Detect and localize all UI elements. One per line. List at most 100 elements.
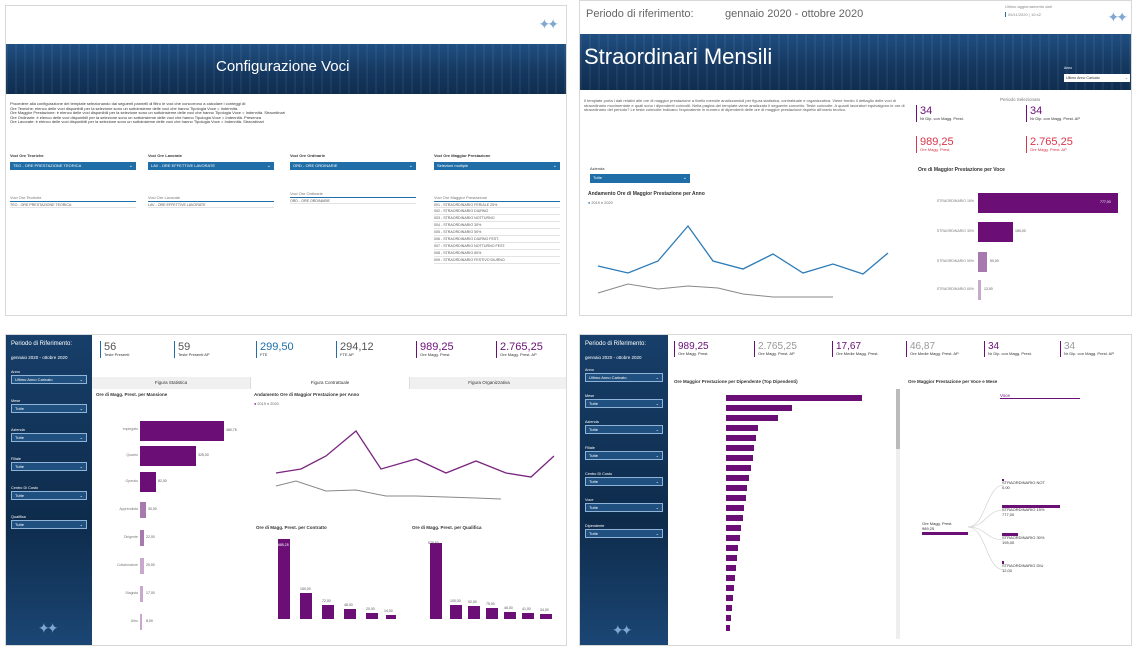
list-item[interactable]: 007 - STRAORDINARIO NOTTURNO FEST. — [434, 243, 560, 250]
bar[interactable] — [726, 545, 738, 551]
bar[interactable] — [540, 614, 552, 619]
bar[interactable] — [978, 222, 1013, 242]
anno-label: Anno — [1064, 66, 1073, 70]
bar[interactable] — [726, 605, 732, 611]
centro-di-costo-dropdown[interactable]: Tutte ⌄ — [11, 491, 87, 500]
bar[interactable] — [726, 535, 740, 541]
bar[interactable] — [300, 593, 312, 619]
bar[interactable] — [366, 613, 378, 619]
bar[interactable] — [726, 475, 749, 481]
tree-node[interactable]: STRAORDINARIO NOT 0,00 — [1002, 479, 1062, 490]
bar[interactable] — [140, 614, 142, 630]
tree-node[interactable]: STRAORDINARIO DIU 12,00 — [1002, 561, 1062, 573]
scrollbar-thumb[interactable] — [896, 389, 900, 449]
dropdown-ore-lavorate[interactable]: LAV - ORE EFFETTIVE LAVORATE ⌄ — [148, 161, 274, 170]
bar[interactable] — [322, 605, 334, 619]
bar[interactable] — [344, 609, 356, 619]
dipendente-dropdown[interactable]: Tutte ⌄ — [585, 529, 663, 538]
kpi-card: 34 Nr Dip. con Magg. Prest. — [916, 105, 1016, 122]
bar[interactable] — [726, 505, 744, 511]
bar[interactable] — [726, 585, 734, 591]
bar[interactable] — [726, 595, 733, 601]
bar[interactable] — [278, 539, 290, 619]
filter-ore-teoriche: Voci Ore Teoriche TEO - ORE PRESTAZIONE … — [10, 153, 136, 170]
tab-figura-contrattuale[interactable]: Figura Contrattuale — [251, 377, 410, 389]
chevron-down-icon: ⌄ — [655, 401, 659, 406]
anno-dropdown[interactable]: Ultimo Anno Caricato ⌄ — [585, 373, 663, 382]
list-item[interactable]: 005 - STRAORDINARIO 50% — [434, 229, 560, 236]
list-item[interactable]: 009 - STRAORDINARIO FESTIVO DIURNO — [434, 257, 560, 264]
mese-dropdown[interactable]: Tutte ⌄ — [585, 399, 663, 408]
qualifica-dropdown[interactable]: Tutte ⌄ — [11, 520, 87, 529]
bar[interactable] — [140, 446, 196, 466]
bar[interactable] — [726, 555, 737, 561]
bar-value: 150,00 — [1015, 229, 1026, 233]
tree-root-node[interactable]: Ore Magg. Prest. 989,25 — [922, 521, 968, 535]
dropdown-ore-ordinarie[interactable]: ORD - ORE ORDINARIE ⌄ — [290, 161, 416, 170]
bar[interactable] — [450, 605, 462, 619]
bar[interactable] — [140, 530, 144, 546]
azienda-dropdown[interactable]: Tutte ⌄ — [590, 173, 690, 183]
bar[interactable] — [726, 435, 756, 441]
bar[interactable] — [386, 615, 396, 619]
bar[interactable] — [468, 606, 480, 619]
bar[interactable] — [726, 495, 746, 501]
filiale-dropdown[interactable]: Tutte ⌄ — [11, 462, 87, 471]
list-item[interactable]: ORD - ORE ORDINARIE — [290, 196, 416, 204]
list-item[interactable]: LAV - ORE EFFETTIVE LAVORATE — [148, 200, 274, 208]
bar[interactable] — [726, 565, 736, 571]
bar[interactable] — [140, 558, 144, 574]
filiale-dropdown[interactable]: Tutte ⌄ — [585, 451, 663, 460]
kpi-strip: 56 Teste Presenti 59 Teste Presenti AP 299… — [92, 335, 566, 369]
list-item[interactable]: 008 - STRAORDINARIO 60% — [434, 250, 560, 257]
tree-header[interactable]: Voce — [1000, 393, 1080, 399]
bar[interactable] — [140, 472, 156, 492]
bar[interactable] — [430, 543, 442, 619]
bar[interactable] — [140, 502, 146, 518]
list-item[interactable]: 001 - STRAORDINARIO FERIALE 25% — [434, 200, 560, 208]
hbar-chart-title: Ore di Maggior Prestazione per Voce — [918, 167, 1005, 173]
anno-dropdown[interactable]: Ultimo Anno Caricato ⌄ — [11, 375, 87, 384]
bar[interactable] — [726, 515, 743, 521]
centro-di-costo-dropdown[interactable]: Tutte ⌄ — [585, 477, 663, 486]
bar[interactable] — [978, 193, 1118, 213]
bar[interactable] — [726, 485, 747, 491]
bar[interactable] — [978, 252, 987, 272]
list-item[interactable]: 004 - STRAORDINARIO 30% — [434, 222, 560, 229]
bar[interactable] — [978, 280, 981, 300]
scrollbar[interactable] — [896, 389, 900, 639]
bar[interactable] — [522, 613, 534, 619]
list-item[interactable]: 003 - STRAORDINARIO NOTTURNO — [434, 215, 560, 222]
list-item[interactable]: 002 - STRAORDINARIO DIURNO — [434, 208, 560, 215]
bar[interactable] — [726, 575, 735, 581]
tab-figura-organizzativa[interactable]: Figura Organizzativa — [410, 377, 566, 389]
bar[interactable] — [726, 405, 792, 411]
bar[interactable] — [140, 421, 224, 441]
bar[interactable] — [726, 455, 753, 461]
tree-node[interactable]: STRAORDINARIO 30% 195,00 — [1002, 533, 1062, 545]
voce-dropdown[interactable]: Tutte ⌄ — [585, 503, 663, 512]
bar[interactable] — [726, 445, 754, 451]
bar[interactable] — [504, 612, 516, 619]
app-logo-icon: ✦✦ — [1107, 9, 1129, 25]
dropdown-ore-teoriche[interactable]: TEO - ORE PRESTAZIONE TEORICA ⌄ — [10, 161, 136, 170]
dropdown-ore-maggior-prestazione[interactable]: Selezioni multiple ⌄ — [434, 161, 560, 170]
bar[interactable] — [726, 465, 751, 471]
bar[interactable] — [726, 395, 862, 401]
root-bar — [922, 532, 968, 535]
azienda-dropdown[interactable]: Tutte ⌄ — [11, 433, 87, 442]
bar[interactable] — [726, 415, 778, 421]
list-item[interactable]: TEO - ORE PRESTAZIONE TEORICA — [10, 200, 136, 208]
tree-node[interactable]: STRAORDINARIO 15% 777,00 — [1002, 505, 1062, 517]
bar[interactable] — [726, 615, 731, 621]
bar[interactable] — [726, 525, 741, 531]
bar[interactable] — [486, 608, 498, 619]
bar[interactable] — [726, 425, 758, 431]
list-item[interactable]: 006 - STRAORDINARIO DIURNO FEST. — [434, 236, 560, 243]
bar[interactable] — [726, 625, 730, 631]
mese-dropdown[interactable]: Tutte ⌄ — [11, 404, 87, 413]
azienda-dropdown[interactable]: Tutte ⌄ — [585, 425, 663, 434]
tab-figura-statistica[interactable]: Figura Statistica — [92, 377, 251, 389]
bar[interactable] — [140, 586, 143, 602]
anno-dropdown[interactable]: Ultimo Anno Caricato ⌄ — [1064, 74, 1130, 82]
